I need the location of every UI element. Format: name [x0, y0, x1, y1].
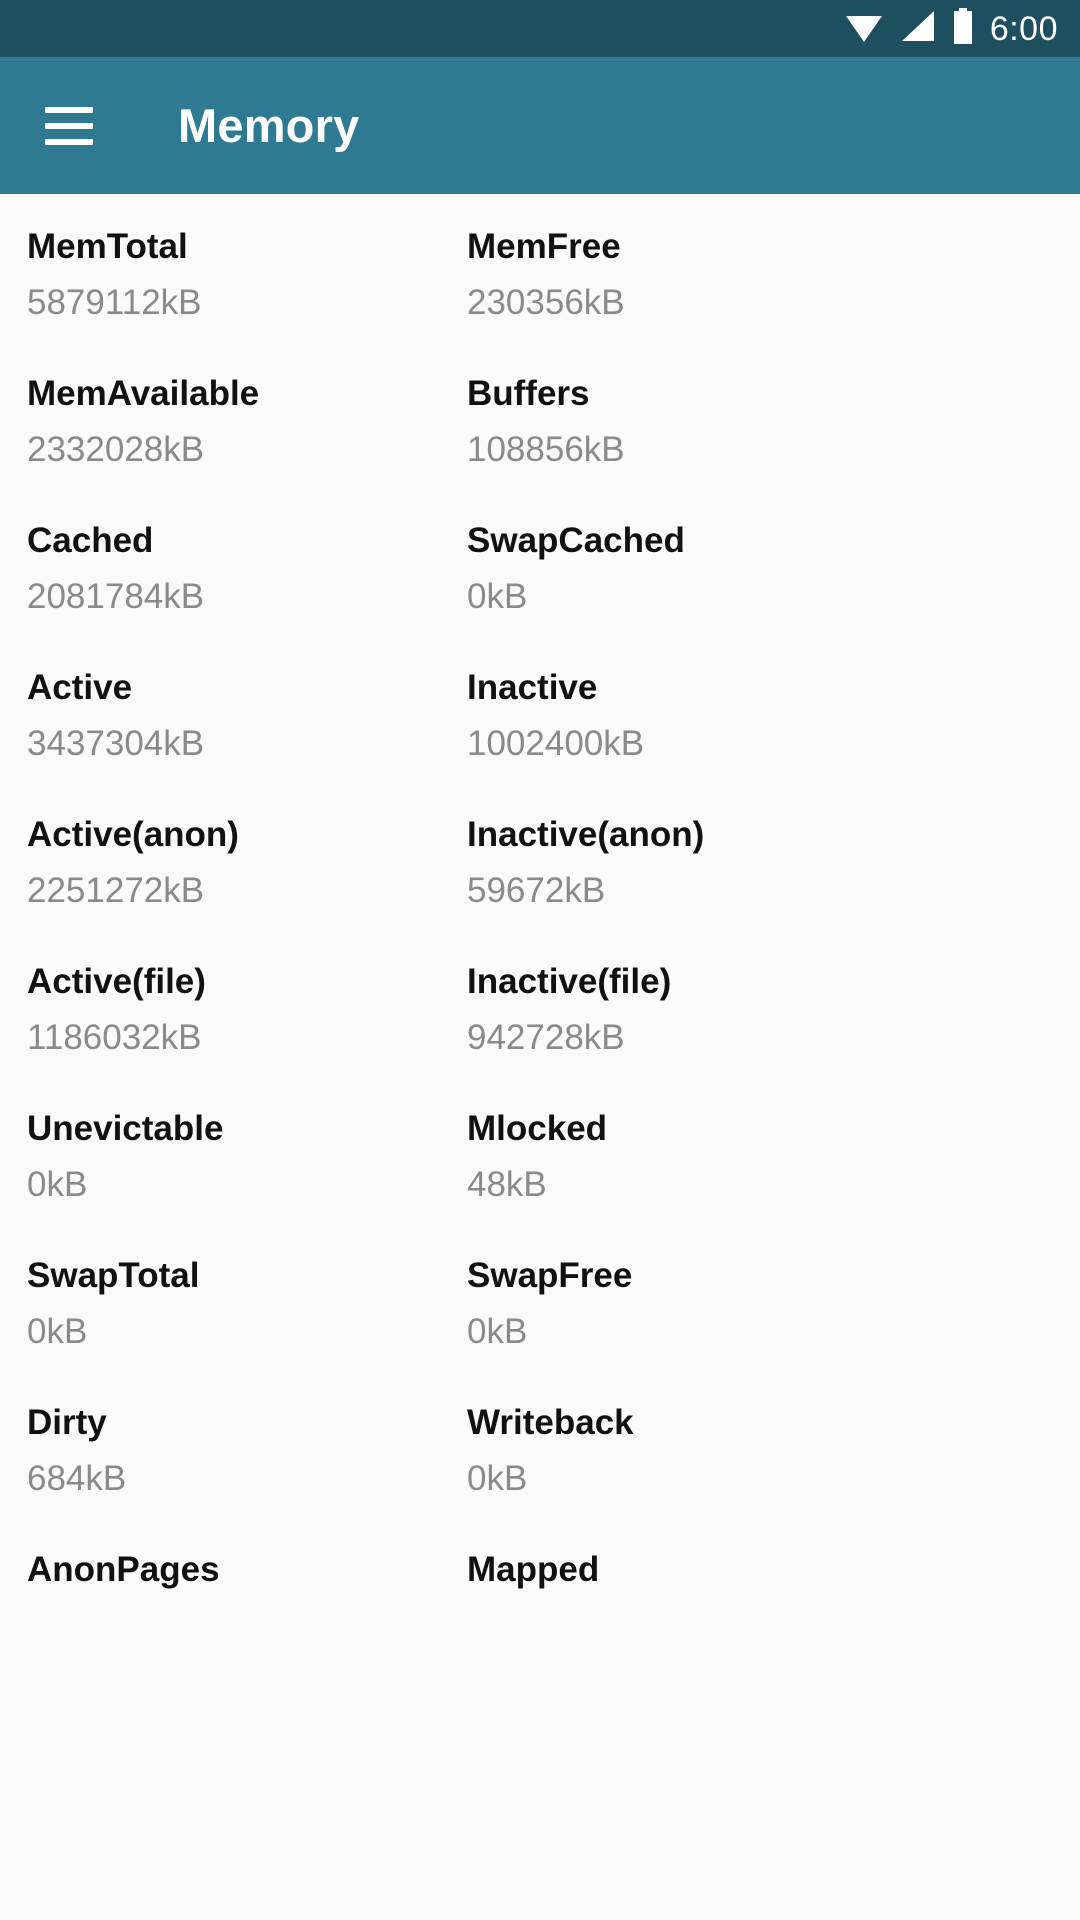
meminfo-entry[interactable]: Active 3437304kB	[27, 653, 467, 800]
meminfo-entry[interactable]: AnonPages	[27, 1535, 467, 1682]
meminfo-value: 59672kB	[467, 871, 606, 911]
meminfo-value: 1186032kB	[27, 1018, 202, 1058]
meminfo-label: MemTotal	[27, 227, 188, 266]
meminfo-value: 0kB	[467, 1312, 528, 1352]
meminfo-row: Active(file) 1186032kB Inactive(file) 94272…	[0, 947, 1080, 1094]
meminfo-label: Inactive	[467, 668, 598, 707]
meminfo-value: 1002400kB	[467, 724, 645, 764]
meminfo-label: SwapFree	[467, 1256, 633, 1295]
meminfo-entry[interactable]: Writeback 0kB	[467, 1388, 907, 1535]
hamburger-bar-1	[45, 106, 93, 113]
meminfo-entry[interactable]: Dirty 684kB	[27, 1388, 467, 1535]
meminfo-value: 0kB	[467, 577, 528, 617]
hamburger-bar-2	[45, 122, 93, 129]
meminfo-label: MemFree	[467, 227, 621, 266]
meminfo-value: 0kB	[467, 1459, 528, 1499]
signal-icon	[900, 9, 936, 48]
meminfo-label: Writeback	[467, 1403, 634, 1442]
meminfo-label: Unevictable	[27, 1109, 224, 1148]
page-title: Memory	[178, 99, 360, 152]
meminfo-value: 0kB	[27, 1165, 88, 1205]
meminfo-label: Mlocked	[467, 1109, 608, 1148]
meminfo-row: Cached 2081784kB SwapCached 0kB	[0, 506, 1080, 653]
meminfo-label: AnonPages	[27, 1550, 220, 1589]
meminfo-entry[interactable]: MemFree 230356kB	[467, 212, 907, 359]
meminfo-label: Buffers	[467, 374, 590, 413]
meminfo-row: AnonPages Mapped	[0, 1535, 1080, 1682]
meminfo-entry[interactable]: Inactive 1002400kB	[467, 653, 907, 800]
meminfo-value: 108856kB	[467, 430, 625, 470]
meminfo-label: Active(file)	[27, 962, 206, 1001]
meminfo-entry[interactable]: Active(anon) 2251272kB	[27, 800, 467, 947]
meminfo-row: Dirty 684kB Writeback 0kB	[0, 1388, 1080, 1535]
meminfo-row: Unevictable 0kB Mlocked 48kB	[0, 1094, 1080, 1241]
meminfo-entry[interactable]: SwapCached 0kB	[467, 506, 907, 653]
meminfo-label: Dirty	[27, 1403, 107, 1442]
battery-icon	[952, 8, 974, 49]
meminfo-entry[interactable]: SwapTotal 0kB	[27, 1241, 467, 1388]
meminfo-list[interactable]: MemTotal 5879112kB MemFree 230356kB MemAvail…	[0, 194, 1080, 1920]
meminfo-entry[interactable]: Buffers 108856kB	[467, 359, 907, 506]
meminfo-value: 2081784kB	[27, 577, 205, 617]
hamburger-menu-icon[interactable]	[45, 106, 93, 145]
meminfo-entry[interactable]: SwapFree 0kB	[467, 1241, 907, 1388]
meminfo-row: Active(anon) 2251272kB Inactive(anon) 59672…	[0, 800, 1080, 947]
meminfo-value: 684kB	[27, 1459, 127, 1499]
hamburger-bar-3	[45, 138, 93, 145]
app-toolbar: Memory	[0, 57, 1080, 194]
meminfo-value: 2251272kB	[27, 871, 205, 911]
meminfo-label: Active	[27, 668, 133, 707]
meminfo-label: Inactive(file)	[467, 962, 672, 1001]
meminfo-value: 230356kB	[467, 283, 625, 323]
meminfo-value: 3437304kB	[27, 724, 205, 764]
meminfo-label: SwapCached	[467, 521, 685, 560]
meminfo-label: Active(anon)	[27, 815, 239, 854]
meminfo-label: Inactive(anon)	[467, 815, 705, 854]
meminfo-entry[interactable]: Mapped	[467, 1535, 907, 1682]
meminfo-value: 5879112kB	[27, 283, 202, 323]
meminfo-row: SwapTotal 0kB SwapFree 0kB	[0, 1241, 1080, 1388]
meminfo-entry[interactable]: Active(file) 1186032kB	[27, 947, 467, 1094]
meminfo-label: MemAvailable	[27, 374, 260, 413]
meminfo-label: Mapped	[467, 1550, 600, 1589]
meminfo-value: 48kB	[467, 1165, 547, 1205]
meminfo-entry[interactable]: MemAvailable 2332028kB	[27, 359, 467, 506]
meminfo-row: MemTotal 5879112kB MemFree 230356kB	[0, 212, 1080, 359]
meminfo-entry[interactable]: Inactive(file) 942728kB	[467, 947, 907, 1094]
status-bar-icons	[844, 8, 974, 49]
meminfo-entry[interactable]: MemTotal 5879112kB	[27, 212, 467, 359]
meminfo-value: 0kB	[27, 1312, 88, 1352]
meminfo-label: SwapTotal	[27, 1256, 200, 1295]
meminfo-label: Cached	[27, 521, 154, 560]
meminfo-entry[interactable]: Cached 2081784kB	[27, 506, 467, 653]
meminfo-value: 2332028kB	[27, 430, 205, 470]
wifi-icon	[844, 9, 884, 48]
status-bar-clock: 6:00	[989, 9, 1058, 48]
meminfo-value: 942728kB	[467, 1018, 625, 1058]
meminfo-entry[interactable]: Unevictable 0kB	[27, 1094, 467, 1241]
meminfo-row: Active 3437304kB Inactive 1002400kB	[0, 653, 1080, 800]
status-bar: 6:00	[0, 0, 1080, 57]
meminfo-row: MemAvailable 2332028kB Buffers 108856kB	[0, 359, 1080, 506]
meminfo-entry[interactable]: Mlocked 48kB	[467, 1094, 907, 1241]
meminfo-entry[interactable]: Inactive(anon) 59672kB	[467, 800, 907, 947]
